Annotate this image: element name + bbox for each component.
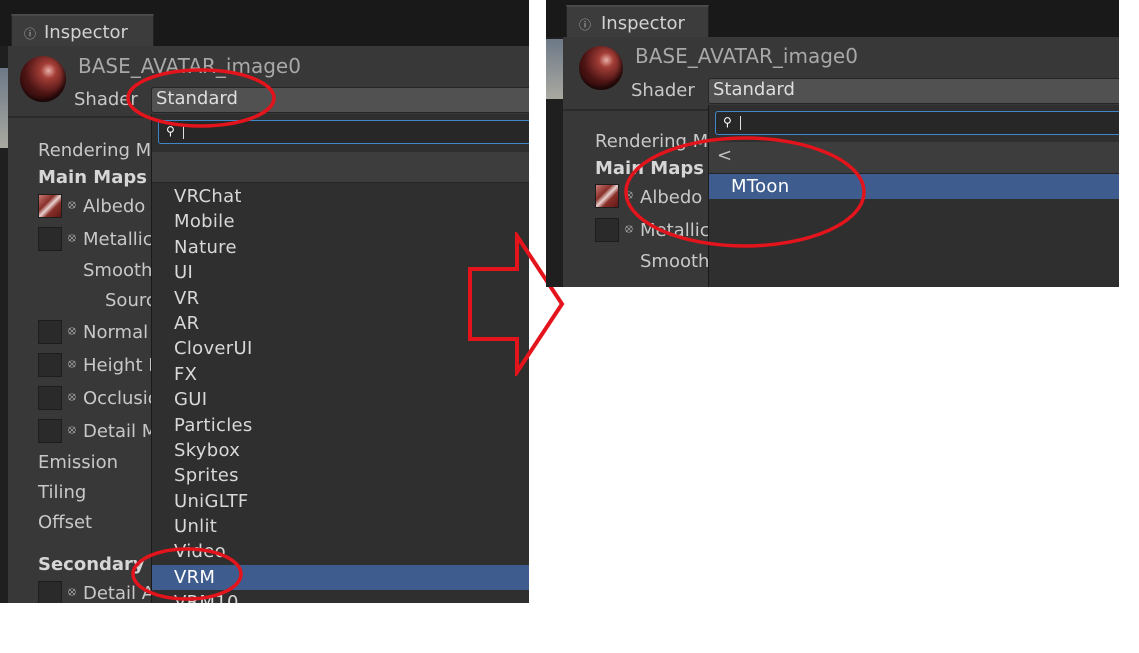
normal-texture-slot[interactable] bbox=[38, 320, 62, 344]
albedo-picker-icon[interactable]: ⦻ bbox=[68, 197, 76, 212]
shader-dropdown-value: Standard bbox=[156, 88, 238, 109]
shader-menu-item-unlit[interactable]: Unlit bbox=[152, 514, 529, 539]
shader-menu-item-particles[interactable]: Particles bbox=[152, 413, 529, 438]
emission-label: Emission bbox=[38, 452, 119, 473]
detail-albedo-picker-icon[interactable]: ⦻ bbox=[68, 584, 76, 599]
albedo-label: Albedo bbox=[640, 187, 703, 208]
albedo-label: Albedo bbox=[83, 196, 146, 217]
shader-menu-item-vrm[interactable]: VRM bbox=[152, 564, 529, 591]
detail-albedo-label: Detail A bbox=[83, 583, 155, 603]
offset-label: Offset bbox=[38, 512, 93, 533]
occlusion-picker-icon[interactable]: ⦻ bbox=[68, 389, 76, 404]
shader-dropdown[interactable]: Standard bbox=[708, 78, 1119, 104]
shader-menu-item-mobile[interactable]: Mobile bbox=[152, 209, 529, 234]
detail-albedo-texture-slot[interactable] bbox=[38, 581, 62, 603]
material-name: BASE_AVATAR_image0 bbox=[78, 54, 301, 78]
occlusion-label: Occlusio bbox=[83, 388, 159, 409]
secondary-maps-heading: Secondary M bbox=[38, 554, 169, 575]
shader-menu-item-cloverui[interactable]: CloverUI bbox=[152, 336, 529, 361]
metallic-texture-slot[interactable] bbox=[595, 218, 619, 242]
tab-inspector-label: Inspector bbox=[601, 13, 685, 34]
shader-menu-item-video[interactable]: Video bbox=[152, 539, 529, 564]
metallic-label: Metallic bbox=[83, 229, 153, 250]
info-icon: ⓘ bbox=[579, 18, 592, 32]
shader-dropdown[interactable]: Standard bbox=[151, 87, 529, 113]
after-screenshot: ⓘ Inspector BASE_AVATAR_image0 Shader St… bbox=[546, 0, 1119, 287]
chevron-left-icon: < bbox=[717, 145, 733, 166]
height-texture-slot[interactable] bbox=[38, 353, 62, 377]
albedo-texture-slot[interactable] bbox=[595, 184, 619, 208]
material-preview-icon bbox=[579, 46, 623, 90]
shader-menu-item-nature[interactable]: Nature bbox=[152, 235, 529, 260]
detail-mask-texture-slot[interactable] bbox=[38, 419, 62, 443]
inspector-panel: BASE_AVATAR_image0 Shader Standard Rende… bbox=[0, 46, 529, 603]
detail-mask-picker-icon[interactable]: ⦻ bbox=[68, 422, 76, 437]
shader-menu-item-vrchat[interactable]: VRChat bbox=[152, 184, 529, 209]
shader-menu-item-skybox[interactable]: Skybox bbox=[152, 438, 529, 463]
material-name: BASE_AVATAR_image0 bbox=[635, 44, 858, 68]
shader-menu-item-fx[interactable]: FX bbox=[152, 362, 529, 387]
shader-dropdown-value: Standard bbox=[713, 79, 795, 100]
shader-menu-item-vrm10[interactable]: VRM10 bbox=[152, 590, 529, 603]
shader-popup: ⚲ VRChat Mobile Nature UI VR AR CloverUI FX GUI P… bbox=[151, 114, 529, 603]
occlusion-texture-slot[interactable] bbox=[38, 386, 62, 410]
scene-view-edge bbox=[0, 46, 8, 603]
detail-mask-label: Detail M bbox=[83, 421, 158, 442]
shader-submenu-popup: ⚲ < MToon bbox=[708, 105, 1119, 287]
albedo-picker-icon[interactable]: ⦻ bbox=[625, 187, 633, 202]
submenu-list: MToon bbox=[709, 174, 1119, 200]
info-icon: ⓘ bbox=[24, 27, 37, 41]
height-picker-icon[interactable]: ⦻ bbox=[68, 356, 76, 371]
tab-inspector[interactable]: ⓘ Inspector bbox=[566, 5, 709, 39]
shader-search-input[interactable]: ⚲ bbox=[715, 111, 1119, 135]
rendering-mode-label: Rendering Mo bbox=[38, 140, 163, 161]
submenu-back-button[interactable]: < bbox=[709, 142, 1119, 174]
search-icon: ⚲ bbox=[723, 115, 732, 129]
main-maps-heading: Main Maps bbox=[595, 158, 704, 179]
shader-label: Shader bbox=[631, 80, 695, 101]
metallic-texture-slot[interactable] bbox=[38, 227, 62, 251]
albedo-texture-slot[interactable] bbox=[38, 194, 62, 218]
shader-list: VRChat Mobile Nature UI VR AR CloverUI FX GUI Par… bbox=[152, 184, 529, 603]
submenu-item-mtoon[interactable]: MToon bbox=[709, 174, 1119, 200]
shader-search-input[interactable]: ⚲ bbox=[158, 120, 529, 144]
material-preview-icon bbox=[20, 56, 66, 102]
shader-menu-item-gui[interactable]: GUI bbox=[152, 387, 529, 412]
rendering-mode-label: Rendering M bbox=[595, 131, 709, 152]
popup-header bbox=[152, 152, 529, 183]
tab-inspector-label: Inspector bbox=[44, 22, 128, 43]
main-maps-heading: Main Maps bbox=[38, 167, 147, 188]
tiling-label: Tiling bbox=[38, 482, 87, 503]
scene-view-edge bbox=[546, 37, 563, 287]
metallic-picker-icon[interactable]: ⦻ bbox=[625, 221, 633, 236]
shader-menu-item-vr[interactable]: VR bbox=[152, 286, 529, 311]
shader-menu-item-unigltf[interactable]: UniGLTF bbox=[152, 489, 529, 514]
shader-menu-item-ar[interactable]: AR bbox=[152, 311, 529, 336]
metallic-label: Metallic bbox=[640, 220, 710, 241]
shader-label: Shader bbox=[74, 89, 138, 110]
metallic-picker-icon[interactable]: ⦻ bbox=[68, 230, 76, 245]
window-tab-bar: ⓘ Inspector bbox=[546, 0, 1119, 39]
normal-label: Normal bbox=[83, 322, 149, 343]
window-tab-bar: ⓘ Inspector bbox=[0, 0, 529, 48]
inspector-panel: BASE_AVATAR_image0 Shader Standard Rende… bbox=[546, 37, 1119, 287]
normal-picker-icon[interactable]: ⦻ bbox=[68, 323, 76, 338]
search-icon: ⚲ bbox=[166, 124, 175, 138]
source-label: Sourc bbox=[105, 290, 156, 311]
tab-inspector[interactable]: ⓘ Inspector bbox=[11, 14, 154, 48]
before-screenshot: ⓘ Inspector BASE_AVATAR_image0 Shader St… bbox=[0, 0, 529, 603]
shader-menu-item-ui[interactable]: UI bbox=[152, 260, 529, 285]
shader-menu-item-sprites[interactable]: Sprites bbox=[152, 463, 529, 488]
